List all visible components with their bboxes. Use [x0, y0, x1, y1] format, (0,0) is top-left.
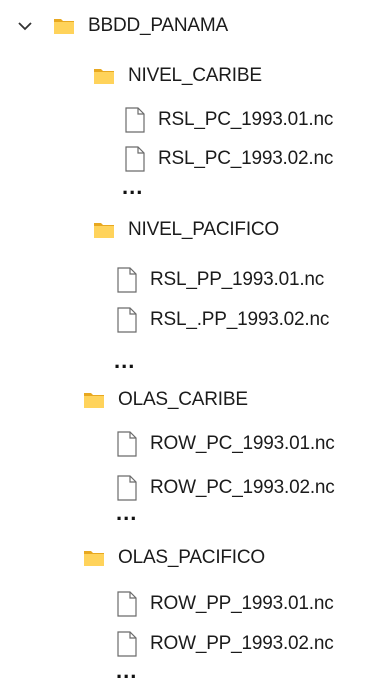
file-row[interactable]: RSL_PC_1993.01.nc [124, 104, 333, 136]
file-icon [117, 631, 137, 657]
more-items-ellipsis: ... [114, 348, 136, 373]
folder-icon [84, 393, 104, 408]
folder-row-olas-caribe[interactable]: OLAS_CARIBE [82, 384, 248, 416]
folder-icon [94, 223, 114, 238]
folder-icon [84, 551, 104, 566]
file-icon [117, 475, 137, 501]
more-items-ellipsis: ... [116, 500, 138, 525]
file-icon [117, 267, 137, 293]
file-row[interactable]: ROW_PP_1993.01.nc [116, 588, 334, 620]
file-icon [117, 431, 137, 457]
file-label: RSL_PC_1993.01.nc [158, 109, 334, 130]
folder-label: OLAS_PACIFICO [118, 547, 265, 568]
file-icon [125, 146, 145, 172]
file-icon [117, 307, 137, 333]
file-label: RSL_.PP_1993.02.nc [150, 309, 330, 330]
folder-label: OLAS_CARIBE [118, 389, 248, 410]
file-row[interactable]: ROW_PC_1993.02.nc [116, 472, 335, 504]
file-row[interactable]: RSL_PC_1993.02.nc [124, 143, 333, 175]
file-row[interactable]: RSL_.PP_1993.02.nc [116, 304, 329, 336]
folder-row-nivel-pacifico[interactable]: NIVEL_PACIFICO [92, 214, 279, 246]
file-label: ROW_PP_1993.01.nc [150, 593, 334, 614]
file-label: ROW_PC_1993.01.nc [150, 433, 335, 454]
chevron-down-icon[interactable] [14, 15, 36, 37]
folder-label: NIVEL_CARIBE [128, 65, 262, 86]
file-row[interactable]: ROW_PP_1993.02.nc [116, 628, 334, 660]
file-label: RSL_PC_1993.02.nc [158, 148, 334, 169]
more-items-ellipsis: ... [122, 174, 144, 199]
folder-icon [94, 69, 114, 84]
folder-row-olas-pacifico[interactable]: OLAS_PACIFICO [82, 542, 265, 574]
folder-label-root: BBDD_PANAMA [88, 15, 228, 36]
tree-root-row[interactable]: BBDD_PANAMA [14, 10, 228, 42]
file-icon [125, 107, 145, 133]
folder-label: NIVEL_PACIFICO [128, 219, 279, 240]
file-label: RSL_PP_1993.01.nc [150, 269, 325, 290]
folder-row-nivel-caribe[interactable]: NIVEL_CARIBE [92, 60, 262, 92]
more-items-ellipsis: ... [116, 658, 138, 683]
file-label: ROW_PC_1993.02.nc [150, 477, 335, 498]
file-icon [117, 591, 137, 617]
folder-icon [54, 19, 74, 34]
file-row[interactable]: RSL_PP_1993.01.nc [116, 264, 324, 296]
file-label: ROW_PP_1993.02.nc [150, 633, 334, 654]
file-row[interactable]: ROW_PC_1993.01.nc [116, 428, 335, 460]
